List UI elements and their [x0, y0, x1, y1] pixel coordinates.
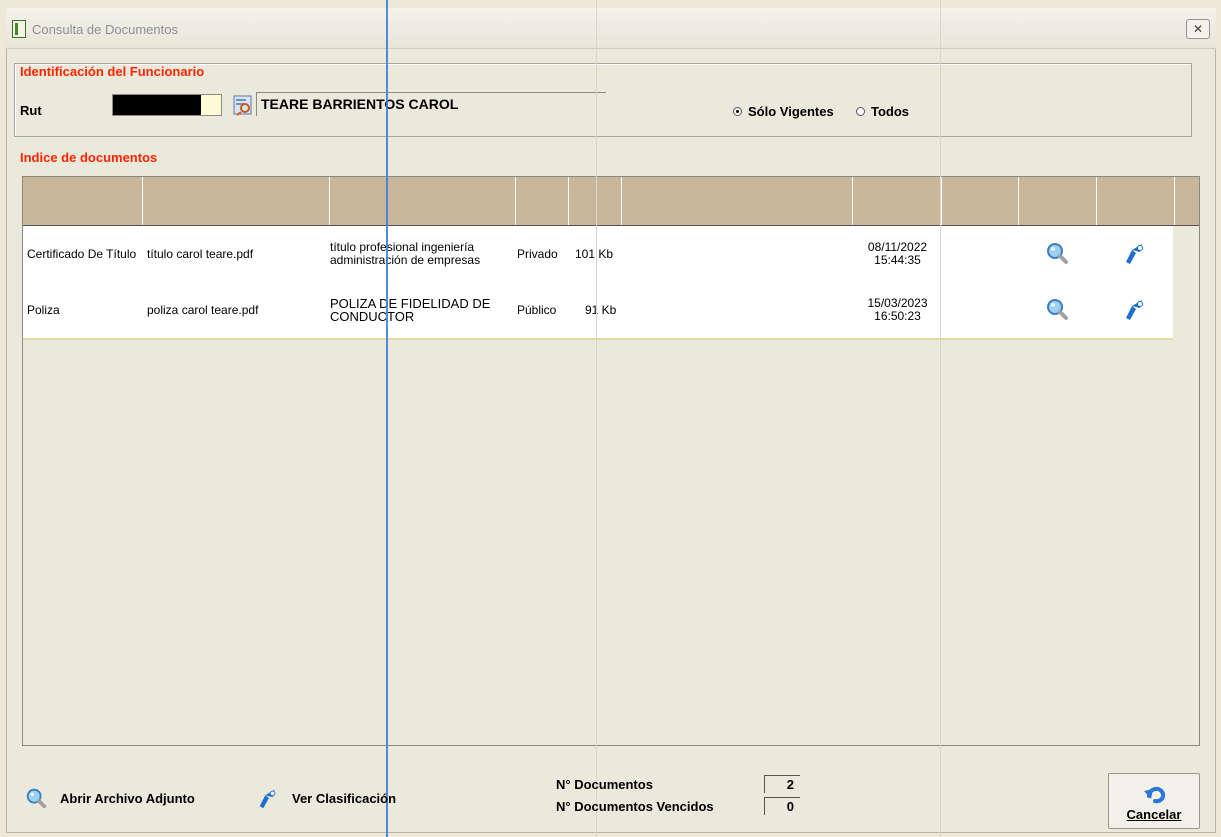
radio-solo-vigentes[interactable]: Sólo Vigentes: [733, 104, 834, 119]
cell-tamano: 101 Kb: [575, 246, 614, 261]
table-row[interactable]: Certificado De Título título carol teare…: [23, 226, 1173, 282]
col-header-descripcion[interactable]: [330, 177, 516, 225]
legend-classify-label: Ver Clasificación: [292, 790, 397, 806]
grid-header: [23, 177, 1199, 226]
cell-archivo: poliza carol teare.pdf: [147, 302, 259, 317]
table-row[interactable]: Poliza poliza carol teare.pdf POLIZA DE …: [23, 282, 1173, 340]
col-header-extra[interactable]: [622, 177, 853, 225]
cell-fecha: 08/11/2022 15:44:35: [853, 226, 942, 282]
footer: Abrir Archivo Adjunto Ver Clasificación …: [4, 757, 1208, 829]
documents-grid: Certificado De Título título carol teare…: [22, 176, 1200, 746]
undo-icon: [1144, 787, 1166, 804]
rut-label: Rut: [20, 103, 42, 118]
col-header-acceso[interactable]: [516, 177, 569, 225]
n-documentos-value: 2: [764, 775, 800, 793]
magnifier-icon: [26, 788, 47, 809]
legend-open-attachment: Abrir Archivo Adjunto: [24, 786, 195, 810]
documentos-section-title: Indice de documentos: [20, 150, 158, 165]
cell-archivo: título carol teare.pdf: [147, 246, 254, 261]
cell-acceso: Público: [517, 302, 557, 317]
rut-input[interactable]: [112, 94, 222, 116]
cell-tipo: Certificado De Título: [27, 246, 137, 261]
cell-descripcion: POLIZA DE FIDELIDAD DE CONDUCTOR: [330, 296, 491, 324]
radio-label: Sólo Vigentes: [748, 104, 834, 119]
scan-line: [596, 0, 597, 837]
radio-label: Todos: [871, 104, 910, 119]
view-classification-icon[interactable]: [1122, 240, 1148, 266]
col-header-archivo[interactable]: [143, 177, 330, 225]
view-classification-icon[interactable]: [1122, 296, 1148, 322]
col-header-tipo[interactable]: [23, 177, 143, 225]
classification-icon: [259, 789, 276, 809]
legend-view-classification: Ver Clasificación: [256, 786, 396, 810]
cancel-label: Cancelar: [1126, 807, 1182, 822]
col-header-vencimiento[interactable]: [942, 177, 1019, 225]
fecha-time: 16:50:23: [874, 309, 921, 323]
cell-descripcion: título profesional ingeniería administra…: [330, 240, 481, 267]
title-bar: Consulta de Documentos ✕: [6, 8, 1216, 49]
open-attachment-icon[interactable]: [1044, 296, 1070, 322]
legend-open-label: Abrir Archivo Adjunto: [60, 790, 195, 806]
scan-line: [386, 0, 388, 837]
n-documentos-label: N° Documentos: [556, 777, 653, 792]
scan-line: [940, 0, 941, 837]
redacted-mask: [113, 95, 201, 115]
cell-acceso: Privado: [517, 246, 558, 261]
radio-dot: [733, 107, 742, 116]
open-attachment-icon[interactable]: [1044, 240, 1070, 266]
cell-fecha: 15/03/2023 16:50:23: [853, 282, 942, 338]
n-vencidos-value: 0: [764, 797, 800, 815]
col-header-abrir[interactable]: [1019, 177, 1097, 225]
radio-dot: [856, 107, 865, 116]
window-title: Consulta de Documentos: [32, 22, 178, 37]
col-header-clasificacion[interactable]: [1097, 177, 1175, 225]
cell-tipo: Poliza: [27, 302, 60, 317]
fecha-time: 15:44:35: [874, 253, 921, 267]
close-button[interactable]: ✕: [1186, 19, 1210, 39]
funcionario-name-field: TEARE BARRIENTOS CAROL: [256, 92, 606, 116]
radio-todos[interactable]: Todos: [856, 104, 909, 119]
n-vencidos-label: N° Documentos Vencidos: [556, 799, 714, 814]
lookup-icon[interactable]: [233, 94, 253, 116]
col-header-fecha[interactable]: [853, 177, 942, 225]
window-icon: [12, 20, 26, 38]
cancel-button[interactable]: Cancelar: [1108, 773, 1200, 829]
cell-tamano: 91 Kb: [585, 302, 617, 317]
